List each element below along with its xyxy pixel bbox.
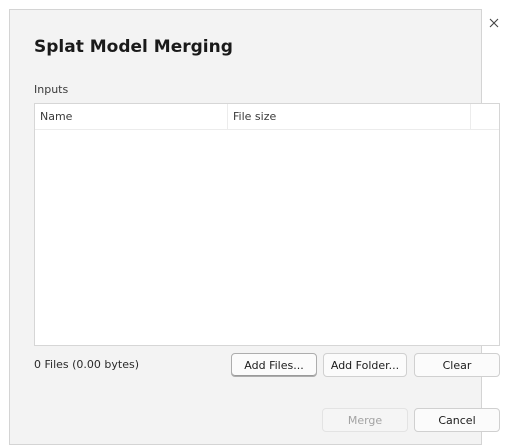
merge-button[interactable]: Merge	[322, 408, 408, 432]
dialog-title: Splat Model Merging	[34, 37, 233, 57]
cancel-button[interactable]: Cancel	[414, 408, 500, 432]
table-body[interactable]	[35, 130, 499, 345]
close-button[interactable]	[483, 12, 505, 34]
table-header: Name File size	[35, 104, 499, 130]
inputs-label: Inputs	[34, 83, 69, 96]
close-icon	[489, 18, 499, 28]
add-files-button[interactable]: Add Files...	[231, 353, 317, 377]
column-header-name[interactable]: Name	[35, 104, 228, 129]
column-header-file-size[interactable]: File size	[228, 104, 471, 129]
clear-button[interactable]: Clear	[414, 353, 500, 377]
file-count-status: 0 Files (0.00 bytes)	[34, 358, 140, 371]
inputs-table[interactable]: Name File size	[34, 103, 500, 346]
column-header-extra	[471, 104, 499, 129]
add-folder-button[interactable]: Add Folder...	[323, 353, 407, 377]
